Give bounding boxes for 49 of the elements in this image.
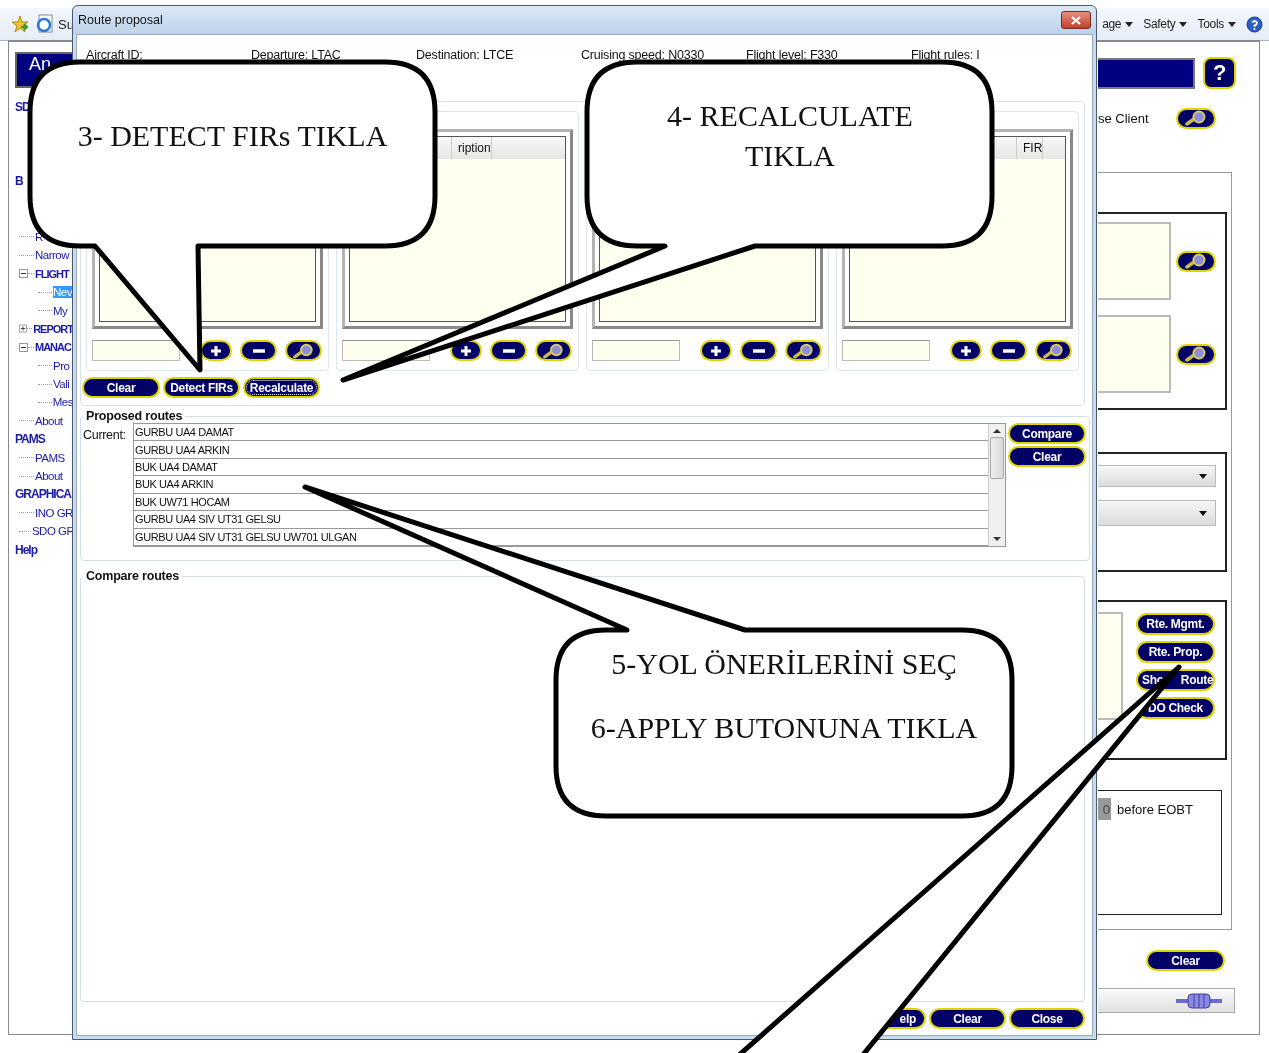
section-heading[interactable]: Help [15,542,37,557]
section-heading[interactable]: PAMS [15,432,45,447]
flight-info: Cruising speed: N0330 [581,48,705,62]
footer-button[interactable]: Close [1009,1008,1085,1029]
flight-info: Destination: LTCE [416,48,515,62]
callout-text: 5-YOL ÖNERİLERİNİ SEÇ [610,646,958,682]
tree-item[interactable]: About [35,470,63,483]
section-heading[interactable]: GRAPHICA [15,487,71,502]
window-title: Route proposal [78,13,164,27]
action-button[interactable]: Detect FIRs [163,377,240,398]
action-button[interactable]: Clear [82,377,160,398]
section-heading[interactable]: B [15,173,23,188]
group-title: Proposed routes [85,409,184,423]
field-label: before EOBT [1117,801,1193,817]
menu-button[interactable]: age [1102,17,1122,31]
tree-item[interactable]: INO GR [35,506,73,519]
route-item[interactable]: GURBU UA4 ARKIN [134,441,988,459]
action-button[interactable]: Recalculate [243,377,320,398]
tree-item[interactable]: Narrow [35,249,70,262]
footer-button[interactable]: Clear [929,1008,1006,1029]
tree-item[interactable]: My [53,304,68,317]
field-label: se Client [1098,110,1149,126]
route-item[interactable]: BUK UA4 DAMAT [134,458,988,477]
menu-button[interactable]: Tools [1197,17,1224,31]
tree-item[interactable]: MANAC [35,341,71,354]
tree-item[interactable]: Vali [53,378,70,391]
tree-item[interactable]: PAMS [35,451,65,464]
flight-info: Departure: LTAC [251,48,342,62]
help-button[interactable]: ? [1203,57,1236,89]
tree-item[interactable]: REPORT [33,322,73,335]
flight-info: Aircraft ID: [86,48,144,62]
tree-item[interactable]: Pro [53,359,70,372]
callout-text: 6-APPLY BUTONUNA TIKLA [589,710,979,746]
minutes-field[interactable]: 0 [1098,798,1111,820]
tree-item[interactable]: About [35,414,63,427]
clear-button[interactable]: Clear [1146,950,1225,971]
route-action-button[interactable]: Clear [1008,446,1086,467]
route-action-button[interactable]: Compare [1008,423,1086,444]
tree-item[interactable]: FLIGHT [35,267,69,280]
route-button[interactable]: Rte. Mgmt. [1136,613,1215,635]
group-title: Compare routes [85,569,181,583]
tree-item[interactable]: Mes [52,396,73,409]
callout-text: 4- RECALCULATE TIKLA [666,98,914,174]
tree-item[interactable]: SDO GF [31,525,73,538]
route-button[interactable]: Rte. Prop. [1136,641,1215,663]
route-item[interactable]: GURBU UA4 DAMAT [134,424,988,442]
callout-text: 3- DETECT FIRs TIKLA [76,118,389,154]
menu-button[interactable]: Safety [1143,17,1176,31]
field-label: Current: [83,427,127,442]
